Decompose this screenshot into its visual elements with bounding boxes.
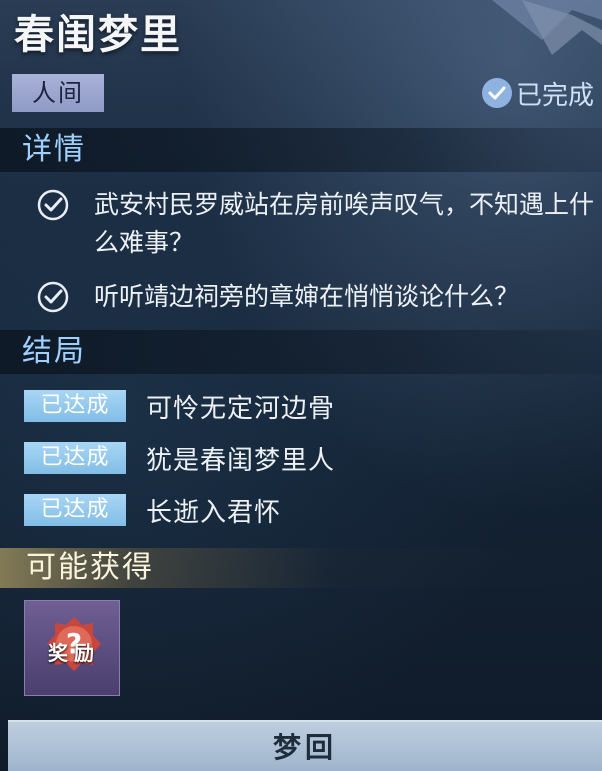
ending-item: 已达成 长逝入君怀	[24, 494, 282, 528]
detail-text: 武安村民罗威站在房前唉声叹气，不知遇上什么难事？	[94, 190, 595, 257]
completed-check-icon	[482, 78, 512, 108]
dream-return-button[interactable]: 梦回	[8, 720, 602, 771]
detail-text: 听听靖边祠旁的章婶在悄悄谈论什么？	[94, 282, 520, 311]
ending-title: 长逝入君怀	[146, 497, 282, 528]
ending-item: 已达成 可怜无定河边骨	[24, 390, 336, 424]
realm-badge: 人间	[12, 74, 104, 112]
ending-title: 犹是春闺梦里人	[146, 445, 336, 476]
ornament-icon	[492, 0, 602, 55]
check-circle-icon	[37, 189, 69, 221]
quest-title: 春闺梦里	[14, 11, 182, 58]
reward-item[interactable]: ? 奖励	[24, 600, 120, 696]
reward-label: 奖励	[48, 641, 100, 665]
details-heading-bar	[0, 128, 602, 172]
endings-heading-bar	[0, 330, 602, 374]
details-heading: 详情	[22, 132, 86, 167]
achieved-badge: 已达成	[24, 494, 126, 526]
dream-return-label: 梦回	[272, 731, 337, 764]
detail-item: 武安村民罗威站在房前唉声叹气，不知遇上什么难事？	[36, 186, 596, 262]
check-circle-icon	[37, 281, 69, 313]
completion-status: 已完成	[482, 76, 595, 111]
achieved-badge: 已达成	[24, 442, 126, 474]
ending-item: 已达成 犹是春闺梦里人	[24, 442, 336, 476]
endings-heading: 结局	[22, 334, 86, 369]
status-label: 已完成	[516, 80, 595, 111]
ending-title: 可怜无定河边骨	[146, 393, 336, 424]
detail-item: 听听靖边祠旁的章婶在悄悄谈论什么？	[36, 278, 596, 316]
achieved-badge: 已达成	[24, 390, 126, 422]
rewards-heading: 可能获得	[26, 550, 154, 585]
